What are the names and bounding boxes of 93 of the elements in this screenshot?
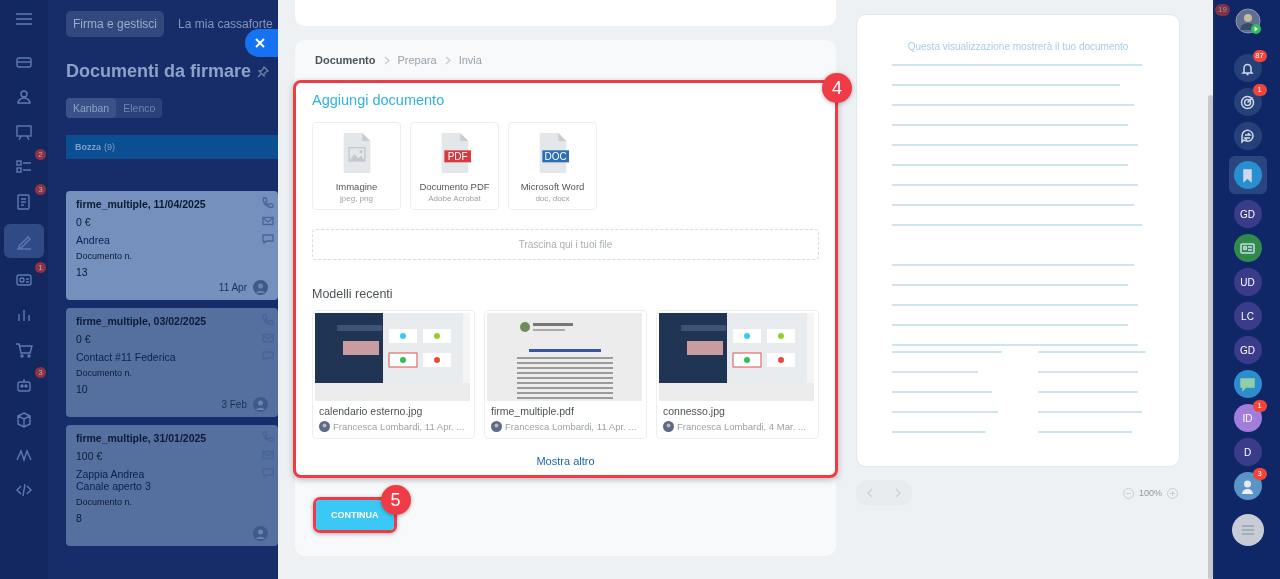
deal-card[interactable]: firme_multiple, 03/02/2025 0 € Contact #11 Federica Documento n. 10 3 Feb bbox=[66, 308, 278, 417]
file-type-tile[interactable]: PDF Documento PDF Adobe Acrobat bbox=[410, 122, 499, 210]
card-amount: 100 € bbox=[76, 450, 103, 462]
user-initials[interactable]: UD bbox=[1233, 268, 1262, 296]
chat-icon bbox=[1240, 376, 1255, 392]
file-type-tile[interactable]: Immagine jpeg, png bbox=[312, 122, 401, 210]
field-value: 8 bbox=[76, 512, 82, 524]
file-name: connesso.jpg bbox=[663, 405, 726, 417]
column-header: Bozza (9) bbox=[66, 135, 278, 159]
chat-swap-icon bbox=[1240, 128, 1255, 144]
chevron-icon bbox=[444, 55, 451, 65]
avatar-icon bbox=[253, 279, 268, 295]
user-initials[interactable]: LC bbox=[1233, 302, 1262, 330]
author-date: Francesca Lombardi, 11 Apr. ... bbox=[333, 421, 465, 432]
chat-icon[interactable] bbox=[262, 233, 274, 245]
contact-link[interactable]: Contact #11 Federica bbox=[76, 351, 176, 363]
notifications-button[interactable] bbox=[1233, 54, 1262, 82]
breadcrumb-step[interactable]: Prepara bbox=[397, 54, 437, 66]
people-icon[interactable] bbox=[14, 87, 34, 107]
avatar-icon bbox=[663, 421, 674, 432]
avatar-icon bbox=[253, 396, 268, 412]
card-title: firme_multiple, 03/02/2025 bbox=[76, 315, 207, 327]
chat-swap-button[interactable] bbox=[1233, 122, 1262, 150]
preview-caption: Questa visualizzazione mostrerà il tuo documento bbox=[907, 41, 1129, 52]
count-badge: 1 bbox=[35, 262, 46, 273]
scrollbar[interactable] bbox=[1208, 95, 1213, 579]
target-button[interactable] bbox=[1233, 88, 1262, 116]
target-icon bbox=[1240, 94, 1255, 110]
count-badge: 3 bbox=[35, 184, 46, 195]
menu-icon bbox=[1240, 525, 1255, 535]
menu-icon[interactable] bbox=[15, 12, 33, 26]
avatar-icon bbox=[319, 421, 330, 432]
card-amount: 0 € bbox=[76, 216, 91, 228]
field-value: 13 bbox=[76, 266, 88, 278]
cart-icon[interactable] bbox=[14, 340, 34, 360]
breadcrumb-step[interactable]: Invia bbox=[458, 54, 482, 66]
avatar-icon bbox=[1240, 478, 1255, 494]
top-tab[interactable]: La mia cassaforte bbox=[174, 14, 277, 34]
contact-link[interactable]: Zappia Andrea bbox=[76, 468, 145, 480]
field-label: Documento n. bbox=[76, 251, 133, 261]
presentation-icon[interactable] bbox=[14, 122, 34, 142]
top-tab[interactable]: Firma e gestisci bbox=[66, 11, 165, 37]
contact-card-icon bbox=[1240, 240, 1255, 256]
card-amount: 0 € bbox=[76, 333, 91, 345]
cube-icon[interactable] bbox=[14, 410, 34, 430]
deal-card[interactable]: firme_multiple, 31/01/2025 100 € Zappia Andrea Canale aperto 3 Documento n. 8 bbox=[66, 425, 278, 546]
file-name: firme_multiple.pdf bbox=[491, 405, 575, 417]
phone-icon[interactable] bbox=[262, 197, 274, 209]
count-badge: 3 bbox=[35, 367, 46, 378]
card-title: firme_multiple, 11/04/2025 bbox=[76, 198, 206, 210]
mail-icon[interactable] bbox=[262, 215, 274, 227]
avatar-icon bbox=[253, 525, 268, 541]
template-card[interactable]: calendario esterno.jpg Francesca Lombardi, 11 Apr. ... bbox=[312, 310, 475, 439]
step-callout: 5 bbox=[380, 485, 411, 515]
deal-card[interactable]: firme_multiple, 11/04/2025 0 € Andrea Documento n. 13 11 Apr bbox=[66, 191, 278, 300]
section-title: Modelli recenti bbox=[312, 287, 394, 301]
section-title: Aggiungi documento bbox=[312, 92, 446, 108]
file-name: calendario esterno.jpg bbox=[319, 405, 424, 417]
avatar-button[interactable] bbox=[1233, 472, 1262, 500]
chat-button[interactable] bbox=[1233, 370, 1262, 398]
card-title: firme_multiple, 31/01/2025 bbox=[76, 432, 207, 444]
breadcrumb-step[interactable]: Documento bbox=[315, 54, 376, 66]
menu-button[interactable] bbox=[1231, 514, 1264, 546]
step-callout: 4 bbox=[822, 73, 852, 103]
page-title: Documenti da firmare bbox=[66, 61, 252, 82]
zoom-level: 100% bbox=[1139, 488, 1163, 498]
close-icon bbox=[255, 38, 265, 48]
view-toggle[interactable]: Elenco bbox=[116, 98, 163, 118]
field-label: Documento n. bbox=[76, 368, 133, 378]
user-avatar[interactable] bbox=[1234, 8, 1261, 34]
file-type-tile[interactable]: DOC Microsoft Word doc, docx bbox=[508, 122, 597, 210]
show-more-link[interactable]: Mostra altro bbox=[536, 455, 595, 467]
author-date: Francesca Lombardi, 4 Mar. ... bbox=[677, 421, 806, 432]
user-initials[interactable]: D bbox=[1233, 438, 1262, 466]
user-initials[interactable]: GD bbox=[1233, 200, 1262, 228]
close-button[interactable] bbox=[245, 29, 278, 57]
contact-link[interactable]: Andrea bbox=[76, 234, 110, 246]
card-date: 3 Feb bbox=[221, 398, 247, 410]
chevron-icon bbox=[383, 55, 390, 65]
field-value: 10 bbox=[76, 383, 88, 395]
contact-link[interactable]: Canale aperto 3 bbox=[76, 480, 151, 492]
avatar-icon bbox=[491, 421, 502, 432]
pin-icon[interactable] bbox=[257, 65, 270, 78]
bookmark-icon bbox=[1240, 167, 1255, 183]
template-card[interactable]: firme_multiple.pdf Francesca Lombardi, 11 Apr. ... bbox=[484, 310, 647, 439]
count-badge: 2 bbox=[35, 149, 46, 160]
view-toggle[interactable]: Kanban bbox=[66, 98, 117, 118]
field-label: Documento n. bbox=[76, 497, 133, 507]
contact-card-button[interactable] bbox=[1233, 234, 1262, 262]
user-initials[interactable]: GD bbox=[1233, 336, 1262, 364]
template-card[interactable]: connesso.jpg Francesca Lombardi, 4 Mar. ... bbox=[656, 310, 819, 439]
author-date: Francesca Lombardi, 11 Apr. ... bbox=[505, 421, 637, 432]
card-date: 11 Apr bbox=[218, 281, 247, 293]
